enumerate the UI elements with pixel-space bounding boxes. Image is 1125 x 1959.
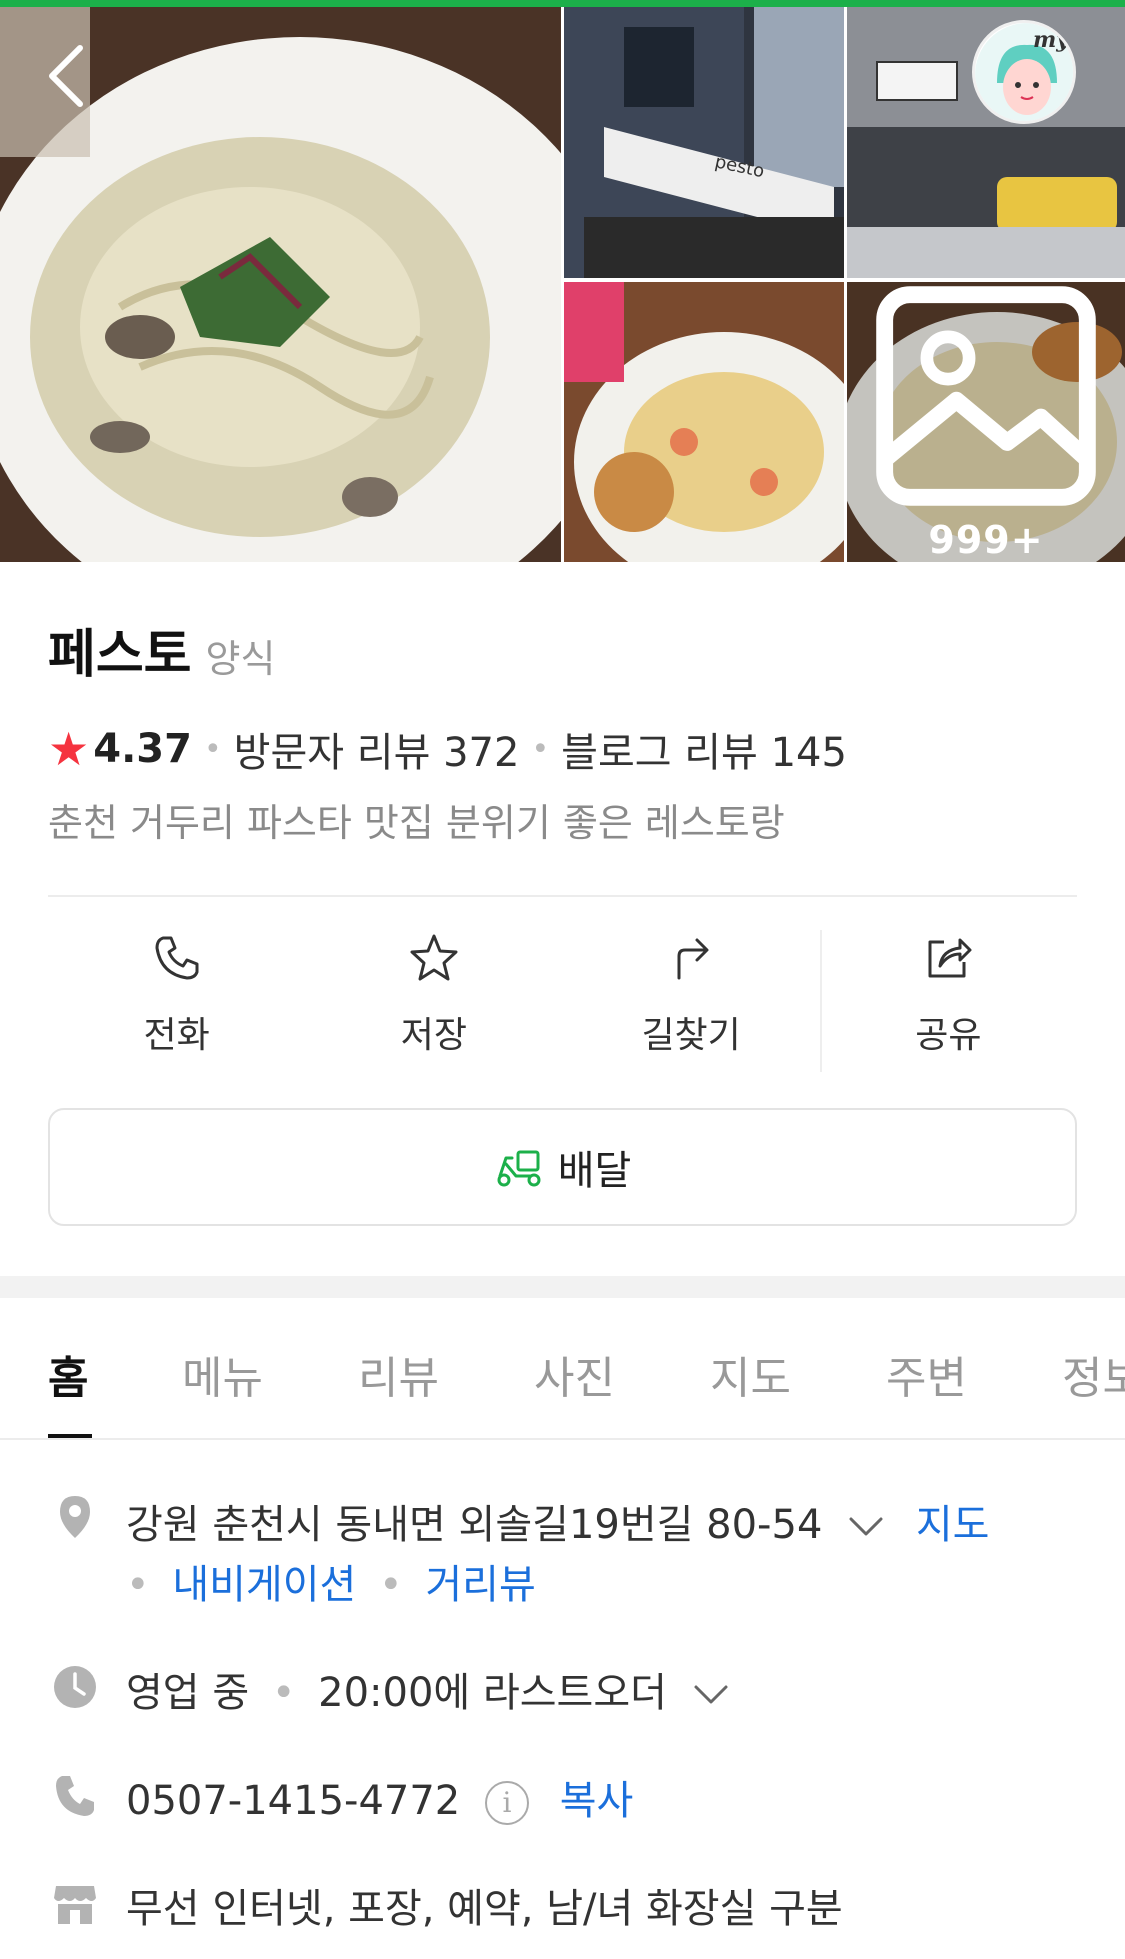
delivery-scooter-icon: [497, 1150, 541, 1187]
delivery-label: 배달: [557, 1148, 632, 1194]
active-tab-indicator: [48, 1434, 92, 1438]
share-icon: [928, 938, 972, 978]
save-button[interactable]: 저장: [305, 930, 562, 1072]
my-profile-avatar[interactable]: my: [972, 20, 1076, 124]
phone-icon: [56, 1776, 94, 1816]
action-separator: [820, 930, 822, 1072]
phone-icon: [155, 936, 199, 980]
delivery-button[interactable]: 배달: [48, 1108, 1077, 1226]
more-photos-count: 999+: [928, 518, 1044, 562]
info-icon[interactable]: i: [484, 1781, 529, 1825]
location-pin-icon: [60, 1496, 90, 1538]
chevron-left-icon: [49, 45, 83, 107]
address-text: 강원 춘천시 동내면 외솔길19번길 80-54: [126, 1502, 823, 1548]
roadview-link[interactable]: 거리뷰: [425, 1562, 535, 1608]
chevron-down-icon[interactable]: [847, 1515, 885, 1539]
tab-bar: 홈 메뉴 리뷰 사진 지도 주변 정보: [0, 1298, 1125, 1440]
hours-detail: 20:00에 라스트오더: [318, 1670, 667, 1716]
photo-shrimp-pasta[interactable]: [564, 282, 844, 562]
directions-label: 길찾기: [641, 1015, 741, 1056]
photo-gallery[interactable]: pesto 999+: [0, 7, 1125, 562]
tab-nearby[interactable]: 주변: [886, 1342, 967, 1406]
image-icon: [876, 286, 1096, 506]
tab-home[interactable]: 홈: [48, 1342, 88, 1406]
blog-reviews-link[interactable]: 블로그 리뷰 145: [561, 720, 847, 778]
call-button[interactable]: 전화: [48, 930, 305, 1072]
store-icon: [54, 1886, 96, 1924]
star-icon: [410, 934, 458, 981]
tab-photos[interactable]: 사진: [534, 1342, 615, 1406]
clock-icon: [54, 1666, 96, 1708]
rating-value: 4.37: [93, 726, 192, 772]
action-bar: 전화 저장 길찾기 공유: [48, 930, 1077, 1072]
address-row: 강원 춘천시 동내면 외솔길19번길 80-54 지도: [126, 1492, 989, 1550]
title-row: 페스토 양식: [48, 612, 275, 687]
share-button[interactable]: 공유: [820, 930, 1077, 1072]
top-accent-bar: [0, 0, 1125, 7]
amenities-text: 무선 인터넷, 포장, 예약, 남/녀 화장실 구분: [126, 1886, 843, 1932]
hours-status: 영업 중: [126, 1670, 250, 1716]
save-label: 저장: [400, 1015, 467, 1056]
hours-row[interactable]: 영업 중 • 20:00에 라스트오더: [126, 1660, 730, 1718]
star-rating-icon: ★: [48, 722, 90, 776]
place-description: 춘천 거두리 파스타 맛집 분위기 좋은 레스토랑: [48, 801, 785, 845]
call-label: 전화: [143, 1015, 210, 1056]
directions-icon: [677, 938, 709, 980]
more-photos-overlay[interactable]: 999+: [847, 282, 1125, 562]
section-gap: [0, 1276, 1125, 1298]
photo-building-exterior[interactable]: pesto: [564, 7, 844, 278]
place-name: 페스토: [48, 625, 192, 685]
directions-button[interactable]: 길찾기: [563, 930, 820, 1072]
phone-row: 0507-1415-4772 i 복사: [126, 1768, 633, 1826]
stats-row: ★ 4.37 • 방문자 리뷰 372 • 블로그 리뷰 145: [48, 720, 847, 778]
map-link[interactable]: 지도: [916, 1502, 990, 1548]
address-links-row: • 내비게이션 • 거리뷰: [126, 1562, 536, 1608]
navigation-link[interactable]: 내비게이션: [172, 1562, 356, 1608]
place-category: 양식: [205, 637, 276, 681]
tab-info[interactable]: 정보: [1062, 1342, 1125, 1406]
chevron-down-icon[interactable]: [692, 1683, 730, 1707]
copy-phone-button[interactable]: 복사: [560, 1778, 634, 1824]
visitor-reviews-link[interactable]: 방문자 리뷰 372: [234, 720, 520, 778]
photo-cream-pasta[interactable]: 999+: [847, 282, 1125, 562]
back-button[interactable]: [36, 36, 100, 116]
tab-reviews[interactable]: 리뷰: [358, 1342, 439, 1406]
divider: [48, 895, 1077, 897]
phone-number[interactable]: 0507-1415-4772: [126, 1778, 460, 1824]
tab-map[interactable]: 지도: [710, 1342, 791, 1406]
tab-menu[interactable]: 메뉴: [182, 1342, 263, 1406]
share-label: 공유: [915, 1015, 982, 1056]
